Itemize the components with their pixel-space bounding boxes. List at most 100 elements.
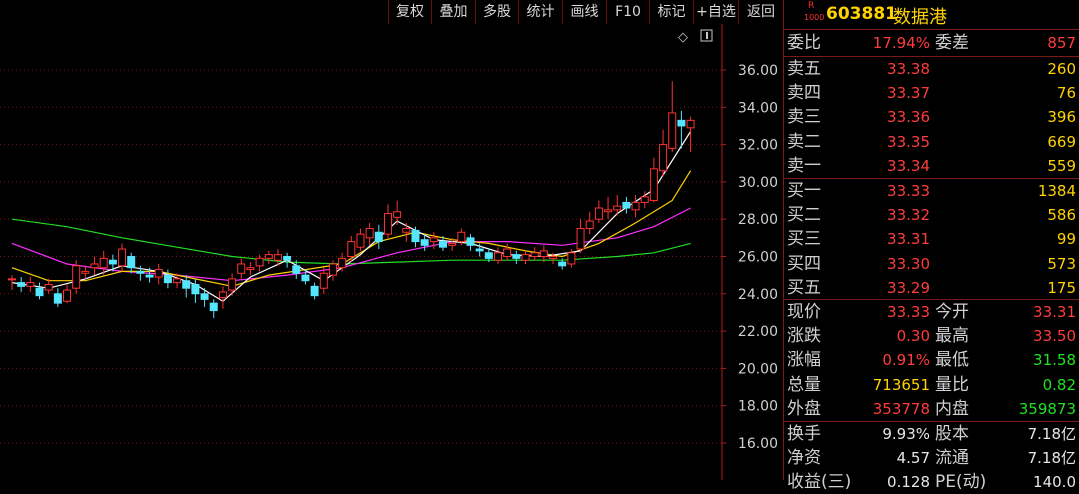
quote-label: 量比 — [935, 374, 969, 395]
candle-body — [402, 228, 411, 233]
sell-row-1[interactable]: 卖一 33.34 559 — [784, 155, 1079, 178]
quote-value: 31.58 — [1033, 351, 1076, 370]
extra-row: 收益(三) 0.128 PE(动) 140.0 — [784, 471, 1079, 494]
quote-label: 现价 — [787, 302, 821, 322]
candle-body — [466, 237, 475, 246]
market-code-label: 1000 — [804, 13, 825, 22]
statistics-button[interactable]: 统计 — [518, 0, 562, 24]
candle-body — [365, 228, 374, 239]
candle-body — [539, 250, 548, 257]
back-button[interactable]: 返回 — [738, 0, 783, 24]
candle-body — [438, 241, 447, 248]
kline-chart[interactable]: 36.00 34.00 32.00 30.00 28.00 26.00 24.00 22.00… — [0, 24, 783, 480]
candle-body — [567, 252, 576, 265]
buy-price: 33.30 — [887, 254, 930, 273]
y-tick-label: 30.00 — [738, 175, 778, 191]
stock-name: 数据港 — [893, 7, 947, 28]
extra-value: 9.93% — [882, 425, 930, 443]
buy-row-1[interactable]: 买一 33.33 1384 — [784, 180, 1079, 203]
mark-button[interactable]: 标记 — [649, 0, 693, 24]
f10-button[interactable]: F10 — [606, 0, 649, 24]
candle-body — [420, 239, 429, 246]
candle-body — [604, 209, 613, 213]
ma5-line — [11, 131, 692, 303]
candle-body — [108, 259, 117, 265]
quote-value: 0.30 — [896, 327, 930, 346]
quote-label: 内盘 — [935, 398, 969, 419]
overlay-button[interactable]: 叠加 — [431, 0, 475, 24]
y-tick-label: 16.00 — [738, 436, 778, 452]
sell-row-3[interactable]: 卖三 33.36 396 — [784, 106, 1079, 129]
candle-body — [475, 248, 484, 252]
candle-body — [191, 283, 200, 295]
quote-value: 33.50 — [1033, 327, 1076, 346]
y-tick-label: 32.00 — [738, 138, 778, 154]
quote-value: 713651 — [872, 375, 930, 394]
add-watchlist-button[interactable]: +自选 — [693, 0, 738, 24]
candle-body — [558, 261, 567, 267]
sell-volume: 559 — [1047, 156, 1076, 175]
candle-body — [383, 213, 392, 235]
extra-label: 流通 — [935, 448, 969, 469]
sell-price: 33.35 — [887, 132, 930, 151]
extra-value: 4.57 — [896, 449, 930, 468]
quote-row: 外盘 353778 内盘 359873 — [784, 398, 1079, 421]
sell-price: 33.37 — [887, 84, 930, 103]
y-tick-label: 20.00 — [738, 361, 778, 377]
candle-body — [53, 293, 62, 304]
candle-body — [457, 231, 466, 243]
fuquan-button[interactable]: 复权 — [388, 0, 431, 24]
sell-row-5[interactable]: 卖五 33.38 260 — [784, 58, 1079, 81]
sell-row-2[interactable]: 卖二 33.35 669 — [784, 131, 1079, 154]
candle-body — [255, 257, 264, 267]
candle-body — [640, 196, 649, 203]
candle-body — [173, 278, 182, 284]
buy-level-label: 买五 — [787, 277, 821, 298]
sell-level-label: 卖二 — [787, 131, 821, 152]
candle-body — [530, 252, 539, 258]
buy-row-5[interactable]: 买五 33.29 175 — [784, 277, 1079, 300]
buy-row-2[interactable]: 买二 33.32 586 — [784, 204, 1079, 227]
buy-row-4[interactable]: 买四 33.30 573 — [784, 253, 1079, 276]
candle-body — [393, 211, 402, 218]
extra-label: 换手 — [787, 424, 821, 444]
sell-price: 33.38 — [887, 60, 930, 78]
sell-price: 33.34 — [887, 156, 930, 175]
sell-row-4[interactable]: 卖四 33.37 76 — [784, 82, 1079, 105]
multi-stock-button[interactable]: 多股 — [475, 0, 518, 24]
candle-body — [99, 257, 108, 269]
quote-label: 最低 — [935, 350, 969, 371]
sell-level-label: 卖五 — [787, 59, 821, 79]
buy-price: 33.31 — [887, 230, 930, 249]
quote-label: 涨幅 — [787, 350, 821, 371]
candle-body — [374, 231, 383, 243]
buy-level-label: 买二 — [787, 205, 821, 226]
divider — [784, 29, 1079, 30]
buy-price: 33.33 — [887, 182, 930, 200]
extra-label: 净资 — [787, 448, 821, 469]
sell-level-label: 卖三 — [787, 107, 821, 128]
quote-label: 总量 — [787, 374, 821, 395]
y-tick-label: 24.00 — [738, 287, 778, 303]
candle-body — [594, 207, 603, 220]
buy-row-3[interactable]: 买三 33.31 99 — [784, 228, 1079, 251]
quote-value: 353778 — [872, 399, 930, 418]
candle-body — [686, 119, 695, 129]
quote-row: 涨跌 0.30 最高 33.50 — [784, 325, 1079, 348]
candle-body — [26, 282, 35, 287]
draw-line-button[interactable]: 画线 — [562, 0, 606, 24]
candle-body — [264, 254, 273, 259]
candle-body — [154, 269, 163, 278]
candle-body — [576, 228, 585, 250]
candle-body — [63, 289, 72, 302]
market-r-label: R — [808, 1, 815, 11]
sell-volume: 396 — [1047, 108, 1076, 127]
weicha-label: 委差 — [935, 33, 969, 53]
quote-value: 0.82 — [1042, 375, 1076, 394]
y-tick-label: 22.00 — [738, 324, 778, 340]
weicha-value: 857 — [1047, 34, 1076, 52]
sell-volume: 669 — [1047, 132, 1076, 151]
candle-body — [503, 248, 512, 257]
candle-body — [8, 278, 16, 281]
diamond-icon: ◇ — [678, 30, 688, 45]
